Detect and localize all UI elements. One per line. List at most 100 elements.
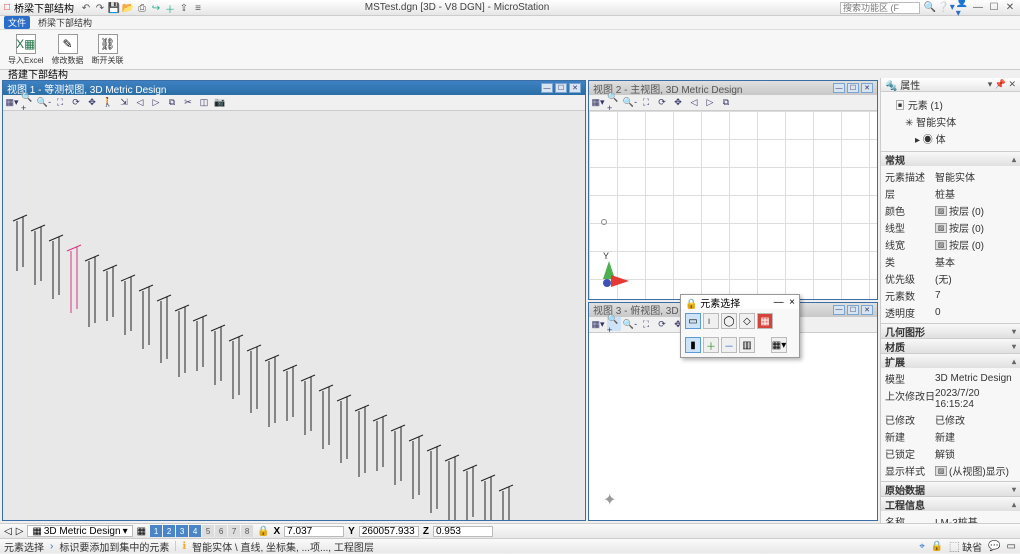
lock-icon[interactable]: 🔒	[257, 526, 269, 537]
qat-export-icon[interactable]: ⇪	[178, 2, 190, 14]
help-icon[interactable]: ❔▾	[940, 2, 952, 14]
page-5[interactable]: 5	[202, 525, 214, 537]
prop-row[interactable]: 优先级(无)	[885, 270, 1016, 287]
section-proj[interactable]: 工程信息▴	[881, 497, 1020, 511]
mode-new-tool[interactable]: ▮	[685, 337, 701, 353]
mode-options-tool[interactable]: ▦▾	[771, 337, 787, 353]
coord-z[interactable]	[433, 526, 493, 537]
coord-x[interactable]	[284, 526, 344, 537]
select-line-tool[interactable]: ⃓	[703, 313, 719, 329]
locks-icon[interactable]: 🔒	[931, 541, 943, 552]
zoom-in-icon[interactable]: 🔍+	[21, 96, 35, 110]
view-2-titlebar[interactable]: 视图 2 - 主视图, 3D Metric Design —☐✕	[589, 81, 877, 95]
nav-back-icon[interactable]: ◁	[4, 526, 12, 537]
view-1-titlebar[interactable]: 视图 1 - 等测视图, 3D Metric Design — ☐ ✕	[3, 81, 585, 95]
page-2[interactable]: 2	[163, 525, 175, 537]
camera-icon[interactable]: 📷	[213, 96, 227, 110]
minimize-button[interactable]: —	[972, 2, 984, 14]
prop-row[interactable]: 类基本	[885, 253, 1016, 270]
view-min-button[interactable]: —	[541, 83, 553, 93]
prop-row[interactable]: 模型3D Metric Design	[885, 370, 1016, 387]
prop-row[interactable]: 显示样式▨(从视图)显示)	[885, 462, 1016, 479]
view-3-canvas[interactable]: ✦	[589, 333, 877, 521]
view-max-button[interactable]: ☐	[555, 83, 567, 93]
page-7[interactable]: 7	[228, 525, 240, 537]
rotate-icon[interactable]: ⟳	[69, 96, 83, 110]
zoom-out-icon[interactable]: 🔍-	[37, 96, 51, 110]
nav-icon[interactable]: ⇲	[117, 96, 131, 110]
section-geometry[interactable]: 几何图形▾	[881, 324, 1020, 338]
qat-undo-icon[interactable]: ↶	[80, 2, 92, 14]
display-icon[interactable]: ◫	[197, 96, 211, 110]
walk-icon[interactable]: 🚶	[101, 96, 115, 110]
select-lasso-tool[interactable]: ◯	[721, 313, 737, 329]
view-2-canvas[interactable]: Y	[589, 111, 877, 299]
copy-view-icon[interactable]: ⧉	[165, 96, 179, 110]
section-extend[interactable]: 扩展▴	[881, 354, 1020, 368]
mode-sub-tool[interactable]: －	[721, 337, 737, 353]
close-button[interactable]: ✕	[1004, 2, 1016, 14]
ribbon-break-link[interactable]: ⛓ 断开关联	[92, 34, 124, 66]
prop-row[interactable]: 已修改已修改	[885, 411, 1016, 428]
qat-redo-icon[interactable]: ↷	[94, 2, 106, 14]
page-8[interactable]: 8	[241, 525, 253, 537]
qat-print-icon[interactable]: ⎙	[136, 2, 148, 14]
messages-icon[interactable]: 💬	[988, 541, 1000, 552]
section-general[interactable]: 常规▴	[881, 152, 1020, 166]
ribbon-import-excel[interactable]: X▦ 导入Excel	[8, 34, 44, 66]
snap-icon[interactable]: ⌖	[919, 541, 925, 552]
prop-row[interactable]: 线型▨按层 (0)	[885, 219, 1016, 236]
mode-filter-tool[interactable]: ▥	[739, 337, 755, 353]
running-icon[interactable]: ▭	[1007, 541, 1016, 552]
prop-row[interactable]: 层桩基	[885, 185, 1016, 202]
level-icon[interactable]: ⬚ 缺省	[949, 539, 982, 554]
element-tree[interactable]: ▣ 元素 (1) ✳ 智能实体 ▸ ◉ 体	[881, 92, 1020, 151]
view-prev-icon[interactable]: ◁	[133, 96, 147, 110]
view-close-button[interactable]: ✕	[569, 83, 581, 93]
grid-icon[interactable]: ▦	[137, 526, 146, 537]
prop-row[interactable]: 透明度0	[885, 304, 1016, 321]
element-select-toolbox[interactable]: 🔒 元素选择 — × ▭ ⃓ ◯ ◇ ▦ ▮ ＋ － ▥ ▦▾	[680, 294, 800, 358]
select-poly-tool[interactable]: ◇	[739, 313, 755, 329]
qat-more-icon[interactable]: ≡	[192, 2, 204, 14]
select-rect-tool[interactable]: ▭	[685, 313, 701, 329]
coord-y[interactable]	[359, 526, 419, 537]
maximize-button[interactable]: ☐	[988, 2, 1000, 14]
ribbon-edit-data[interactable]: ✎ 修改数据	[52, 34, 84, 66]
page-6[interactable]: 6	[215, 525, 227, 537]
qat-arrow-icon[interactable]: ↪	[150, 2, 162, 14]
qat-save-icon[interactable]: 💾	[108, 2, 120, 14]
tab-file[interactable]: 文件	[4, 16, 30, 29]
prop-row[interactable]: 颜色▨按层 (0)	[885, 202, 1016, 219]
fit-icon[interactable]: ⛶	[53, 96, 67, 110]
ribbon-search[interactable]	[840, 2, 920, 14]
user-icon[interactable]: 👤▾	[956, 2, 968, 14]
prop-row[interactable]: 线宽▨按层 (0)	[885, 236, 1016, 253]
prop-row[interactable]: 上次修改日2023/7/20 16:15:24	[885, 387, 1016, 411]
prop-row[interactable]: 已锁定解锁	[885, 445, 1016, 462]
mode-add-tool[interactable]: ＋	[703, 337, 719, 353]
pan-icon[interactable]: ✥	[85, 96, 99, 110]
clip-icon[interactable]: ✂	[181, 96, 195, 110]
properties-header[interactable]: 🔩 属性 ▾ 📌 ✕	[881, 78, 1020, 92]
view-next-icon[interactable]: ▷	[149, 96, 163, 110]
search-icon[interactable]: 🔍	[924, 2, 936, 14]
view-1-canvas[interactable]	[3, 111, 585, 520]
select-color-tool[interactable]: ▦	[757, 313, 773, 329]
prop-row[interactable]: 元素数7	[885, 287, 1016, 304]
prop-row[interactable]: 名称LM-3桩基	[885, 513, 1016, 523]
view-tool-icon[interactable]: ▦▾	[5, 96, 19, 110]
section-eng[interactable]: 原始数据▾	[881, 482, 1020, 496]
page-4[interactable]: 4	[189, 525, 201, 537]
tab-bridge[interactable]: 桥梁下部结构	[34, 16, 96, 29]
qat-plus-icon[interactable]: ＋	[164, 2, 176, 14]
qat-open-icon[interactable]: 📂	[122, 2, 134, 14]
model-selector[interactable]: ▦ 3D Metric Design ▾	[27, 525, 132, 537]
prop-row[interactable]: 新建新建	[885, 428, 1016, 445]
nav-fwd-icon[interactable]: ▷	[16, 526, 24, 537]
prop-row[interactable]: 元素描述智能实体	[885, 168, 1016, 185]
page-3[interactable]: 3	[176, 525, 188, 537]
section-material[interactable]: 材质▾	[881, 339, 1020, 353]
page-1[interactable]: 1	[150, 525, 162, 537]
panel-pin-icon[interactable]: ▾ 📌 ✕	[988, 79, 1016, 90]
